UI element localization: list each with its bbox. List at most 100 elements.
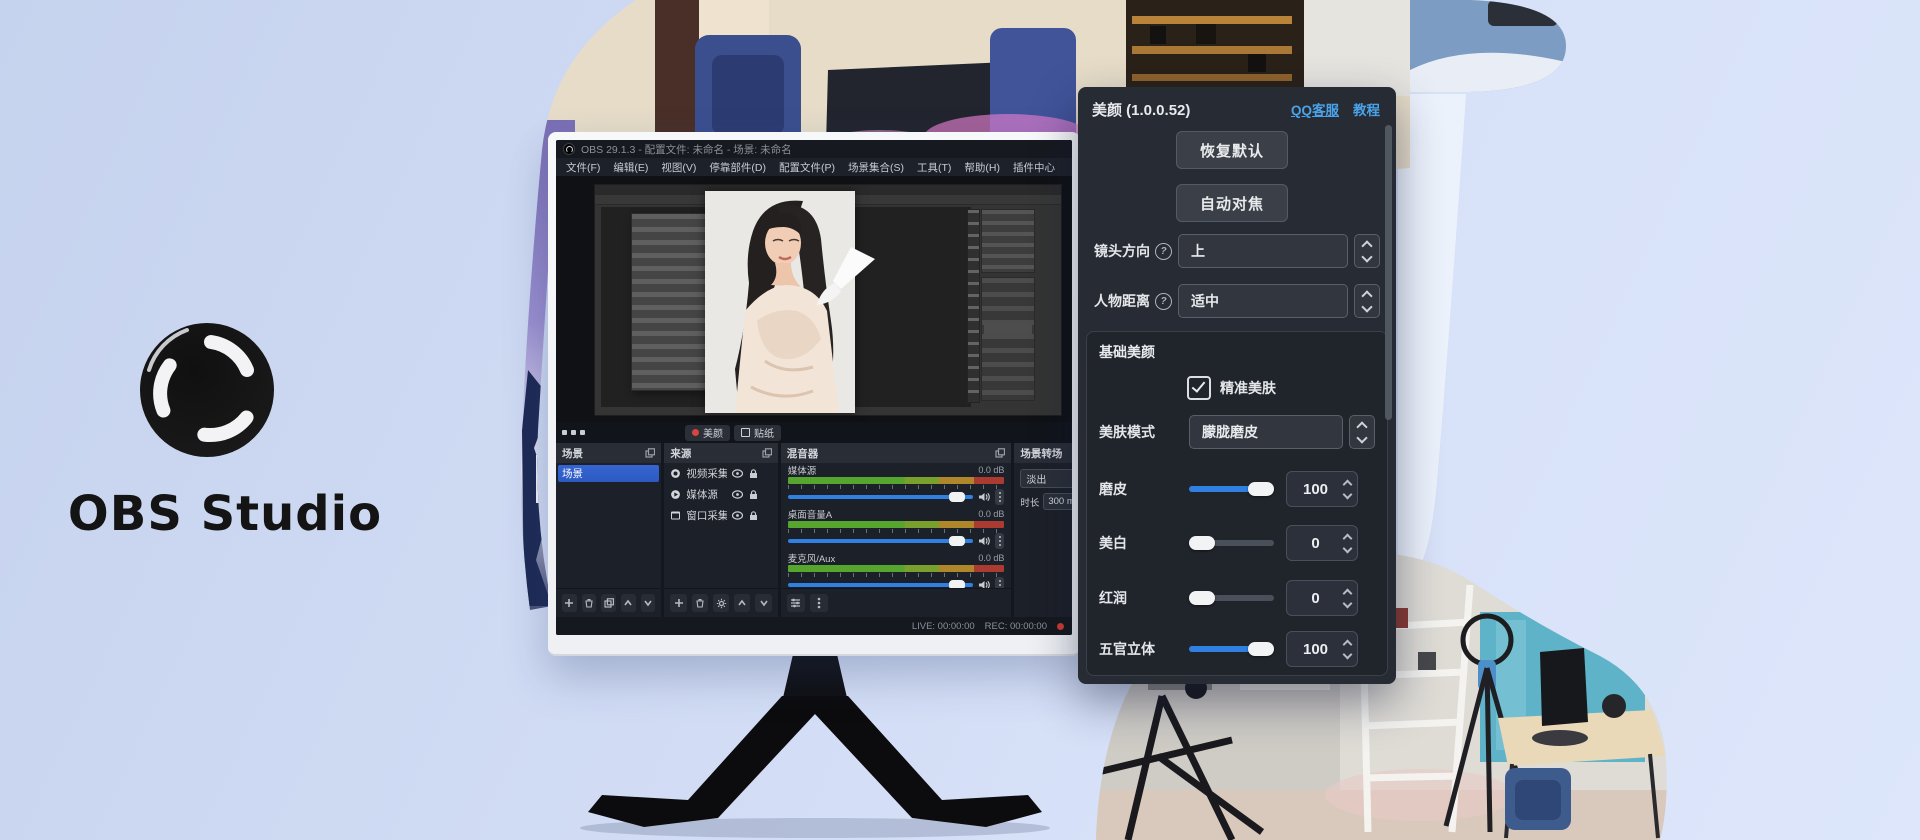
sources-toolbar [664,588,777,617]
source-row[interactable]: 视频采集设备 [666,465,775,482]
obs-logo-title: OBS Studio [50,486,400,542]
editor-toolbar [967,209,980,403]
mixer-filters-button[interactable] [787,594,805,612]
skin-mode-select[interactable]: 朦胧磨皮 [1189,415,1343,449]
smoothing-slider-row: 磨皮 100 [1099,472,1375,506]
transitions-dock-title: 场景转场 [1020,446,1062,461]
move-scene-up-button[interactable] [621,594,636,612]
skin-mode-stepper[interactable] [1349,415,1375,449]
source-row[interactable]: 媒体源 [666,486,775,503]
add-scene-button[interactable] [562,594,577,612]
rosy-slider[interactable] [1189,595,1274,601]
dock-popout-icon[interactable] [995,448,1005,458]
scene-row-selected[interactable]: 场景 [558,465,659,482]
mixer-options-button[interactable] [810,594,828,612]
transition-duration-field[interactable]: 300 ms [1043,493,1072,510]
rosy-value-box[interactable]: 0 [1286,580,1358,616]
speaker-icon[interactable] [978,492,990,502]
menu-docks[interactable]: 停靠部件(D) [709,160,766,175]
obs-window-title: OBS 29.1.3 - 配置文件: 未命名 - 场景: 未命名 [581,142,792,157]
captured-editor-window [594,184,1062,416]
lock-icon[interactable] [749,490,758,500]
volume-slider[interactable] [788,539,974,543]
help-icon[interactable]: ? [1155,293,1172,310]
camera-icon [670,468,681,479]
plugin-tab-sticker[interactable]: 贴纸 [734,425,781,441]
speaker-icon[interactable] [978,536,990,546]
panel-scrollbar[interactable] [1385,125,1392,420]
scenes-dock-title: 场景 [562,446,583,461]
whitening-slider[interactable] [1189,540,1274,546]
move-scene-down-button[interactable] [641,594,656,612]
visibility-eye-icon[interactable] [732,469,743,478]
source-properties-button[interactable] [713,594,729,612]
visibility-eye-icon[interactable] [732,511,743,520]
whitening-slider-row: 美白 0 [1099,526,1375,560]
meter-ticks [788,529,1005,533]
menu-profile[interactable]: 配置文件(P) [779,160,835,175]
whitening-value-box[interactable]: 0 [1286,525,1358,561]
subject-distance-select[interactable]: 适中 [1178,284,1348,318]
remove-scene-button[interactable] [582,594,597,612]
source-row[interactable]: 窗口采集 [666,507,775,524]
window-icon [670,510,681,521]
channel-options-button[interactable] [995,489,1004,505]
channel-options-button[interactable] [995,533,1004,549]
obs-logo [127,310,287,470]
help-icon[interactable]: ? [1155,243,1172,260]
lock-icon[interactable] [749,511,758,521]
camera-direction-row: 镜头方向 ? 上 [1094,235,1380,267]
smoothing-slider[interactable] [1189,486,1274,492]
scenes-toolbar [556,588,661,617]
face-definition-slider[interactable] [1189,646,1274,652]
dock-popout-icon[interactable] [645,448,655,458]
subject-distance-stepper[interactable] [1354,284,1380,318]
camera-direction-select[interactable]: 上 [1178,234,1348,268]
add-source-button[interactable] [670,594,686,612]
duplicate-scene-button[interactable] [601,594,616,612]
meter-ticks [788,485,1005,489]
transition-select[interactable]: 淡出 [1020,469,1072,488]
move-source-down-button[interactable] [755,594,771,612]
mixer-channel: 麦克风/Aux0.0 dB [788,552,1005,589]
remove-source-button[interactable] [692,594,708,612]
volume-slider[interactable] [788,495,974,499]
recording-dot-icon [1057,623,1064,630]
volume-slider[interactable] [788,583,974,587]
square-icon [741,428,750,437]
obs-statusbar: LIVE: 00:00:00 REC: 00:00:00 [556,617,1072,635]
menu-tools[interactable]: 工具(T) [917,160,951,175]
obs-menubar: 文件(F) 编辑(E) 视图(V) 停靠部件(D) 配置文件(P) 场景集合(S… [556,158,1072,177]
editor-adjust-panel [981,209,1035,273]
volume-meter [788,565,1005,572]
precise-skin-row: 精准美肤 [1187,376,1276,400]
move-source-up-button[interactable] [734,594,750,612]
precise-skin-checkbox[interactable] [1187,376,1211,400]
lock-icon[interactable] [749,469,758,479]
menu-edit[interactable]: 编辑(E) [613,160,648,175]
menu-view[interactable]: 视图(V) [661,160,696,175]
volume-meter [788,521,1005,528]
smoothing-value-box[interactable]: 100 [1286,471,1358,507]
basic-beauty-section: 基础美颜 精准美肤 美肤模式 朦胧磨皮 磨皮 100 美白 0 红润 0 五官立… [1086,331,1388,676]
dock-popout-icon[interactable] [762,448,772,458]
rec-time: REC: 00:00:00 [985,621,1047,632]
visibility-eye-icon[interactable] [732,490,743,499]
menu-plugin-center[interactable]: 插件中心 [1013,160,1055,175]
obs-preview [556,176,1072,422]
preview-scale-dots [562,430,585,435]
obs-app-icon [563,143,575,155]
face-definition-value-box[interactable]: 100 [1286,631,1358,667]
restore-default-button[interactable]: 恢复默认 [1176,131,1288,169]
tutorial-link[interactable]: 教程 [1353,99,1380,119]
camera-direction-stepper[interactable] [1354,234,1380,268]
menu-file[interactable]: 文件(F) [566,160,600,175]
mixer-toolbar [781,588,1012,617]
auto-focus-button[interactable]: 自动对焦 [1176,184,1288,222]
menu-scene-collection[interactable]: 场景集合(S) [848,160,904,175]
menu-help[interactable]: 帮助(H) [964,160,1000,175]
precise-skin-label: 精准美肤 [1220,378,1276,398]
qq-support-link[interactable]: QQ客服 [1291,99,1339,119]
transitions-dock: 场景转场 淡出 时长 300 ms [1014,443,1072,617]
plugin-tab-beauty[interactable]: 美颜 [685,425,730,441]
